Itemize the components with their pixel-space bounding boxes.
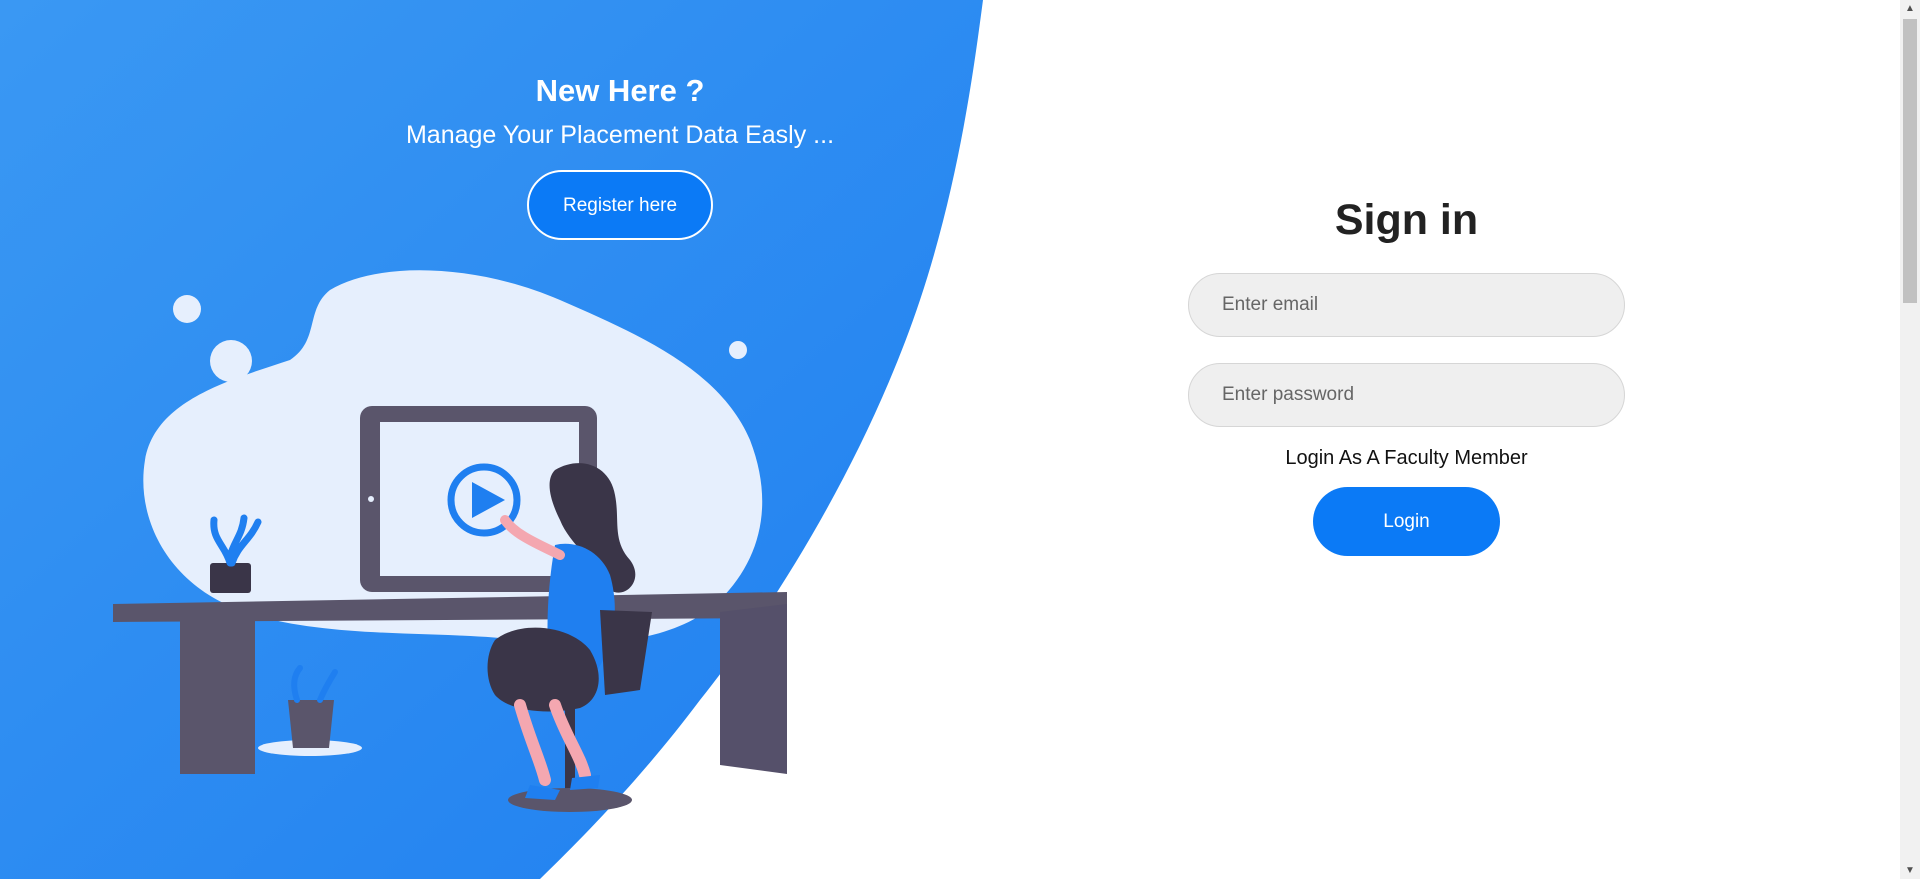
signin-title: Sign in (1334, 196, 1479, 244)
password-input[interactable] (1220, 382, 1604, 407)
monitor-button (368, 496, 374, 502)
login-page: New Here ? Manage Your Placement Data Ea… (0, 0, 1920, 879)
arrow-down-icon[interactable]: ▼ (1900, 862, 1920, 879)
person-at-desk-illustration (113, 270, 787, 812)
desk-leg-left (180, 618, 255, 774)
person-legs (514, 699, 591, 786)
hero-subtitle: Manage Your Placement Data Easly ... (405, 121, 835, 150)
register-button[interactable]: Register here (527, 169, 713, 240)
scrollbar-thumb[interactable] (1903, 19, 1917, 303)
floor-plant-leaves (291, 665, 338, 703)
login-button[interactable]: Login (1313, 486, 1500, 556)
decor-circle (173, 295, 201, 323)
hero-title: New Here ? (535, 73, 705, 108)
email-input[interactable] (1220, 292, 1604, 317)
chair-base (508, 788, 632, 812)
vertical-scrollbar[interactable]: ▲ ▼ (1900, 0, 1920, 879)
chair-back (600, 610, 652, 695)
email-field-container (1188, 272, 1625, 337)
signin-form: Sign in Login As A Faculty Member Login (1188, 195, 1625, 556)
decor-circle (210, 340, 252, 382)
faculty-login-link[interactable]: Login As A Faculty Member (1188, 445, 1625, 471)
password-field-container (1188, 362, 1625, 427)
desk-leg-right (720, 604, 787, 774)
floor-plant-pot (288, 700, 334, 748)
hero-panel: New Here ? Manage Your Placement Data Ea… (380, 72, 860, 240)
arrow-up-icon[interactable]: ▲ (1900, 0, 1920, 17)
decor-circle (729, 341, 747, 359)
plant-pot (210, 563, 251, 593)
